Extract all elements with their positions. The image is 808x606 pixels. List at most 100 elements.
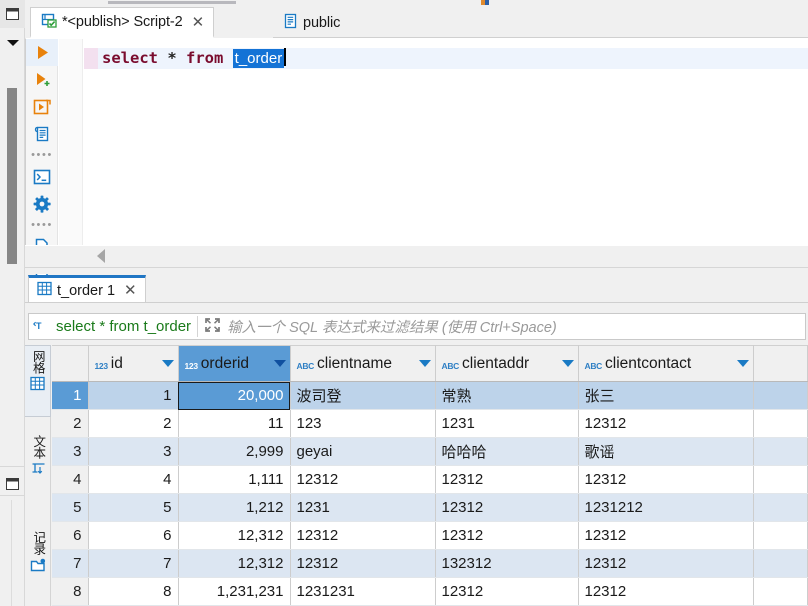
tab-t-order-1[interactable]: t_order 1 ✕: [28, 275, 146, 303]
cell-clientaddr[interactable]: 12312: [435, 465, 579, 494]
cell-orderid[interactable]: 12,312: [178, 549, 291, 578]
chevron-down-icon[interactable]: [736, 360, 749, 367]
cell-id[interactable]: 7: [88, 549, 179, 578]
execute-script-new-tab-button[interactable]: [26, 93, 58, 120]
cell-id[interactable]: 4: [88, 465, 179, 494]
cell-id[interactable]: 8: [88, 577, 179, 606]
column-header-clientname[interactable]: ABC clientname: [290, 345, 436, 382]
panel-tab-grid[interactable]: 网格: [25, 345, 51, 417]
table-row[interactable]: 1 1 20,000 波司登 常熟 张三: [52, 381, 808, 410]
row-number[interactable]: 2: [52, 409, 89, 438]
row-number[interactable]: 5: [52, 493, 89, 522]
cell-clientcontact[interactable]: 12312: [578, 577, 754, 606]
chevron-down-icon[interactable]: [0, 28, 25, 56]
cell-orderid[interactable]: 12,312: [178, 521, 291, 550]
cell-clientname[interactable]: 123: [290, 409, 436, 438]
cell-orderid[interactable]: 2,999: [178, 437, 291, 466]
open-console-button[interactable]: [26, 163, 58, 190]
execute-sql-statement-button[interactable]: [26, 39, 58, 66]
restore-window-icon[interactable]: [0, 0, 25, 28]
cell-orderid[interactable]: 1,111: [178, 465, 291, 494]
table-row[interactable]: 4 4 1,111 12312 12312 12312: [52, 465, 808, 494]
cell-orderid[interactable]: 20,000: [178, 381, 291, 410]
cell-clientaddr[interactable]: 132312: [435, 549, 579, 578]
editor-horizontal-scrollbar[interactable]: [25, 245, 808, 267]
cell-clientname[interactable]: geyai: [290, 437, 436, 466]
sql-editor-settings-button[interactable]: [26, 190, 58, 217]
vertical-scrollbar-thumb[interactable]: [7, 88, 17, 264]
cell-clientaddr[interactable]: 12312: [435, 577, 579, 606]
explain-execution-plan-button[interactable]: [26, 120, 58, 147]
cell-clientaddr[interactable]: 1231: [435, 409, 579, 438]
filter-query-text[interactable]: select * from t_order: [56, 318, 191, 335]
cell-clientname[interactable]: 1231: [290, 493, 436, 522]
cell-clientcontact[interactable]: 张三: [578, 381, 754, 410]
cell-clientcontact[interactable]: 歌谣: [578, 437, 754, 466]
cell-orderid[interactable]: 1,231,231: [178, 577, 291, 606]
row-number[interactable]: 1: [52, 381, 89, 410]
panel-tab-text[interactable]: 文本: [25, 431, 51, 505]
row-number-header[interactable]: [52, 345, 89, 382]
row-number[interactable]: 3: [52, 437, 89, 466]
cell-clientname[interactable]: 1231231: [290, 577, 436, 606]
results-grid[interactable]: 123 id 123 orderid ABC clientname ABC cl…: [52, 345, 808, 606]
scroll-plan-icon: [34, 126, 48, 141]
expand-arrows-icon[interactable]: [204, 317, 221, 336]
cell-id[interactable]: 1: [88, 381, 179, 410]
cell-clientcontact[interactable]: 1231212: [578, 493, 754, 522]
column-header-clientaddr[interactable]: ABC clientaddr: [435, 345, 579, 382]
table-row[interactable]: 5 5 1,212 1231 12312 1231212: [52, 493, 808, 522]
tab-public[interactable]: public: [273, 7, 349, 38]
close-icon[interactable]: ✕: [124, 283, 137, 298]
code-area[interactable]: select * from t_order: [98, 39, 808, 269]
column-header-clientcontact[interactable]: ABC clientcontact: [578, 345, 754, 382]
cell-clientaddr[interactable]: 常熟: [435, 381, 579, 410]
chevron-down-icon[interactable]: [273, 360, 286, 367]
row-number[interactable]: 8: [52, 577, 89, 606]
row-number[interactable]: 6: [52, 521, 89, 550]
execute-sql-script-button[interactable]: [26, 66, 58, 93]
restore-window-icon-bottom[interactable]: [0, 470, 25, 498]
filter-placeholder-text[interactable]: 输入一个 SQL 表达式来过滤结果 (使用 Ctrl+Space): [227, 316, 557, 337]
cell-id[interactable]: 5: [88, 493, 179, 522]
toolbar-overflow-icon[interactable]: ••••: [26, 147, 58, 163]
cell-clientaddr[interactable]: 哈哈哈: [435, 437, 579, 466]
cell-orderid[interactable]: 1,212: [178, 493, 291, 522]
table-row[interactable]: 7 7 12,312 12312 132312 12312: [52, 549, 808, 578]
cell-clientaddr[interactable]: 12312: [435, 521, 579, 550]
panel-sash[interactable]: [25, 268, 808, 543]
table-row[interactable]: 8 8 1,231,231 1231231 12312 12312: [52, 577, 808, 606]
table-row[interactable]: 2 2 11 123 1231 12312: [52, 409, 808, 438]
scroll-left-arrow-icon[interactable]: [97, 249, 105, 263]
column-header-id[interactable]: 123 id: [88, 345, 179, 382]
code-line-1[interactable]: select * from t_order: [98, 48, 808, 69]
toolbar-overflow-icon-2[interactable]: ••••: [26, 217, 58, 233]
cell-orderid[interactable]: 11: [178, 409, 291, 438]
chevron-down-icon[interactable]: [561, 360, 574, 367]
tab-script-2[interactable]: *<publish> Script-2 ✕: [30, 7, 215, 38]
cell-clientname[interactable]: 12312: [290, 521, 436, 550]
cell-clientcontact[interactable]: 12312: [578, 521, 754, 550]
chevron-down-icon[interactable]: [418, 360, 431, 367]
cell-clientcontact[interactable]: 12312: [578, 409, 754, 438]
cell-id[interactable]: 2: [88, 409, 179, 438]
table-row[interactable]: 3 3 2,999 geyai 哈哈哈 歌谣: [52, 437, 808, 466]
sql-selected-table-name[interactable]: t_order: [232, 49, 285, 68]
results-table: 123 id 123 orderid ABC clientname ABC cl…: [52, 345, 808, 606]
row-number[interactable]: 7: [52, 549, 89, 578]
table-row[interactable]: 6 6 12,312 12312 12312 12312: [52, 521, 808, 550]
close-icon[interactable]: ✕: [192, 14, 205, 30]
cell-clientaddr[interactable]: 12312: [435, 493, 579, 522]
cell-id[interactable]: 6: [88, 521, 179, 550]
cell-clientname[interactable]: 波司登: [290, 381, 436, 410]
column-header-orderid[interactable]: 123 orderid: [178, 345, 291, 382]
cell-clientcontact[interactable]: 12312: [578, 549, 754, 578]
cell-clientname[interactable]: 12312: [290, 465, 436, 494]
cell-id[interactable]: 3: [88, 437, 179, 466]
cell-clientcontact[interactable]: 12312: [578, 465, 754, 494]
result-filter-bar[interactable]: T select * from t_order 输入一个 SQL 表达式来过滤结…: [28, 313, 806, 340]
panel-tab-record[interactable]: 记录: [25, 527, 51, 599]
chevron-down-icon[interactable]: [161, 360, 174, 367]
row-number[interactable]: 4: [52, 465, 89, 494]
cell-clientname[interactable]: 12312: [290, 549, 436, 578]
